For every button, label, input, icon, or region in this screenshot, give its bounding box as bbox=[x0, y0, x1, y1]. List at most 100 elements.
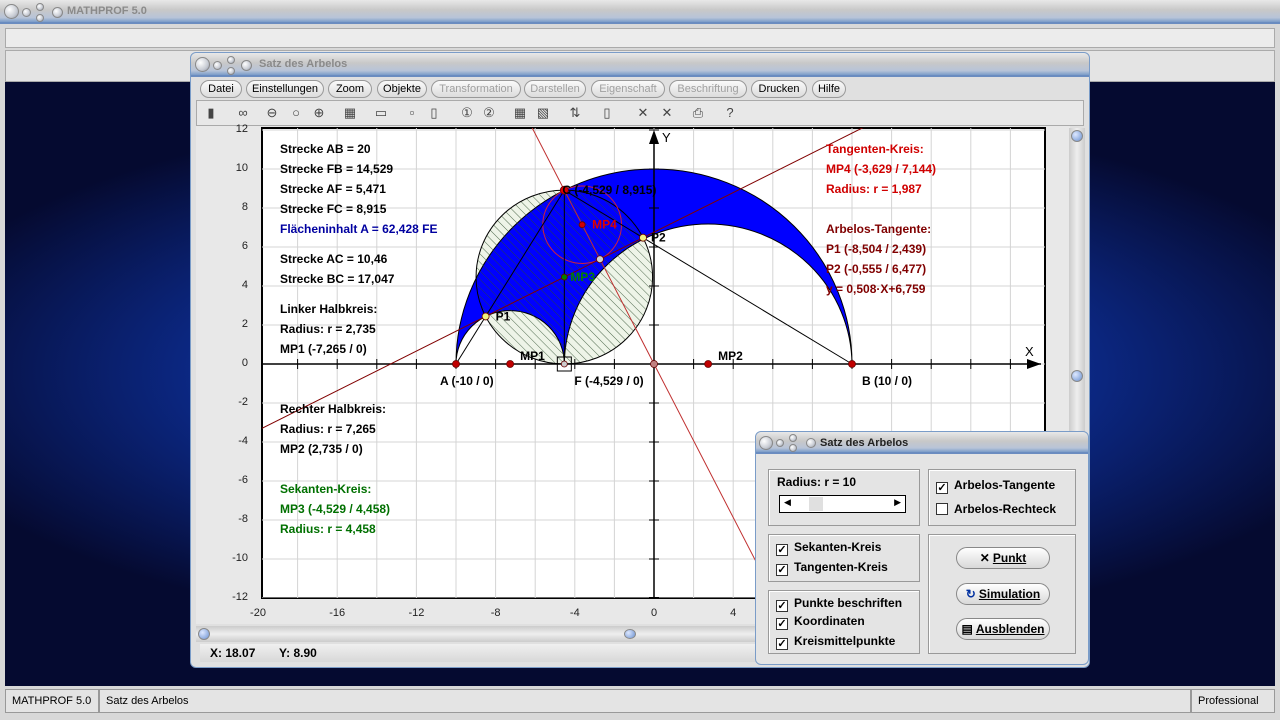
help-icon[interactable]: ? bbox=[720, 103, 740, 123]
point-A bbox=[452, 360, 460, 368]
window-control-icon[interactable] bbox=[36, 3, 44, 11]
y-tick-label: -8 bbox=[238, 513, 248, 525]
menu-darstellen[interactable]: Darstellen bbox=[524, 80, 586, 98]
menu-zoom[interactable]: Zoom bbox=[328, 80, 372, 98]
point-MP4 bbox=[578, 221, 586, 229]
window-control-icon[interactable] bbox=[22, 8, 31, 17]
copy-icon[interactable]: ▯ bbox=[597, 103, 617, 123]
window-control-icon[interactable] bbox=[789, 444, 797, 452]
window-control-icon[interactable] bbox=[759, 436, 773, 450]
checkbox-kreismittelpunkte[interactable]: ✓ Kreismittelpunkte bbox=[776, 634, 895, 650]
slider-thumb[interactable] bbox=[809, 497, 823, 511]
hide-icon: ▤ bbox=[961, 622, 973, 636]
x-axis-label: X bbox=[1025, 344, 1034, 359]
window-icon bbox=[241, 60, 252, 71]
y-tick-label: -2 bbox=[238, 396, 248, 408]
menu-hilfe[interactable]: Hilfe bbox=[812, 80, 846, 98]
glasses-icon[interactable]: ∞ bbox=[233, 103, 253, 123]
menu-objekte[interactable]: Objekte bbox=[377, 80, 427, 98]
menu-datei[interactable]: Datei bbox=[200, 80, 242, 98]
checkbox-box[interactable]: ✓ bbox=[776, 618, 788, 630]
checkbox-arbelos-rechteck[interactable]: Arbelos-Rechteck bbox=[936, 502, 1056, 516]
menu-eigenschaft[interactable]: Eigenschaft bbox=[591, 80, 665, 98]
dialog-title-bar[interactable]: Satz des Arbelos bbox=[756, 432, 1088, 454]
app-title-bar: MATHPROF 5.0 bbox=[0, 0, 1280, 24]
x-tick-label: -16 bbox=[329, 607, 346, 619]
zoom-out-icon[interactable]: ⊖ bbox=[262, 103, 282, 123]
label-A: A (-10 / 0) bbox=[440, 374, 494, 388]
circle-2-icon[interactable]: ② bbox=[479, 103, 499, 123]
checkbox-arbelos-tangente[interactable]: ✓ Arbelos-Tangente bbox=[936, 478, 1055, 494]
export-icon[interactable]: ⇅ bbox=[565, 103, 585, 123]
window-control-icon[interactable] bbox=[195, 57, 210, 72]
window-icon[interactable]: ▭ bbox=[371, 103, 391, 123]
dual-view-icon[interactable]: ▯ bbox=[424, 103, 444, 123]
checkbox-box[interactable]: ✓ bbox=[776, 564, 788, 576]
print-icon[interactable]: ⎙ bbox=[688, 103, 708, 123]
info-left: Strecke BC = 17,047 bbox=[280, 272, 395, 286]
checkbox-punkte-beschriften[interactable]: ✓ Punkte beschriften bbox=[776, 596, 902, 612]
table-icon[interactable]: ▦ bbox=[510, 103, 530, 123]
checkbox-box[interactable]: ✓ bbox=[936, 482, 948, 494]
coord-x: X: 18.07 bbox=[210, 646, 256, 660]
slider-left-arrow-icon[interactable]: ◀ bbox=[784, 497, 791, 508]
y-tick-label: -4 bbox=[238, 435, 248, 447]
x-tick-label: -4 bbox=[569, 607, 580, 619]
y-tick-label: 6 bbox=[241, 240, 248, 252]
label-B: B (10 / 0) bbox=[862, 374, 912, 388]
chart-icon[interactable]: ▧ bbox=[533, 103, 553, 123]
info-left: MP3 (-4,529 / 4,458) bbox=[280, 502, 391, 516]
panel-icon[interactable]: ▮ bbox=[201, 103, 221, 123]
checkbox-tangenten-kreis[interactable]: ✓ Tangenten-Kreis bbox=[776, 560, 888, 576]
window-control-icon[interactable] bbox=[789, 434, 797, 442]
slider-right-arrow-icon[interactable]: ▶ bbox=[894, 497, 901, 508]
info-right: Arbelos-Tangente: bbox=[826, 222, 932, 236]
checkbox-box[interactable]: ✓ bbox=[776, 600, 788, 612]
label-MP3: MP3 bbox=[570, 270, 595, 284]
info-left: Strecke FB = 14,529 bbox=[280, 162, 394, 176]
menu-beschriftung[interactable]: Beschriftung bbox=[669, 80, 747, 98]
cross-icon[interactable]: ✕ bbox=[633, 103, 653, 123]
info-right: Radius: r = 1,987 bbox=[826, 182, 922, 196]
label-MP1: MP1 bbox=[520, 349, 545, 363]
radius-label: Radius: r = 10 bbox=[777, 475, 857, 489]
window-control-icon[interactable] bbox=[36, 14, 44, 22]
info-left: Strecke AF = 5,471 bbox=[280, 182, 386, 196]
checkbox-koordinaten[interactable]: ✓ Koordinaten bbox=[776, 614, 865, 630]
menu-einstellungen[interactable]: Einstellungen bbox=[246, 80, 324, 98]
menu-transformation[interactable]: Transformation bbox=[431, 80, 521, 98]
checkbox-box[interactable] bbox=[936, 503, 948, 515]
window-control-icon[interactable] bbox=[213, 61, 222, 70]
label-P1: P1 bbox=[496, 309, 511, 323]
cross-double-icon[interactable]: ✕ bbox=[657, 103, 677, 123]
single-view-icon[interactable]: ▫ bbox=[402, 103, 422, 123]
window-control-icon[interactable] bbox=[227, 56, 235, 64]
circle-1-icon[interactable]: ① bbox=[457, 103, 477, 123]
checkbox-box[interactable]: ✓ bbox=[776, 638, 788, 650]
scroll-thumb[interactable] bbox=[1071, 130, 1083, 142]
window-control-icon[interactable] bbox=[227, 67, 235, 75]
x-tick-label: 0 bbox=[650, 607, 658, 619]
scroll-thumb[interactable] bbox=[198, 628, 210, 640]
info-left: MP2 (2,735 / 0) bbox=[280, 442, 363, 456]
checkbox-sekanten-kreis[interactable]: ✓ Sekanten-Kreis bbox=[776, 540, 881, 556]
radius-slider[interactable]: ◀ ▶ bbox=[779, 495, 906, 513]
window-control-icon[interactable] bbox=[776, 439, 784, 447]
window-control-icon[interactable] bbox=[4, 4, 19, 19]
zoom-in-icon[interactable]: ⊕ bbox=[309, 103, 329, 123]
label-C: C (-4,529 / 8,915) bbox=[562, 183, 656, 197]
properties-icon[interactable]: ▦ bbox=[340, 103, 360, 123]
zoom-reset-icon[interactable]: ○ bbox=[286, 103, 306, 123]
simulation-button[interactable]: ↻ Simulation bbox=[956, 583, 1050, 605]
status-edition: Professional bbox=[1191, 689, 1275, 713]
info-left: Sekanten-Kreis: bbox=[280, 482, 372, 496]
checkbox-box[interactable]: ✓ bbox=[776, 544, 788, 556]
scroll-thumb[interactable] bbox=[1071, 370, 1083, 382]
scroll-thumb[interactable] bbox=[624, 629, 636, 639]
y-tick-label: 2 bbox=[241, 318, 248, 330]
punkt-button[interactable]: ✕ Punkt bbox=[956, 547, 1050, 569]
coord-y: Y: 8.90 bbox=[279, 646, 317, 660]
menu-drucken[interactable]: Drucken bbox=[751, 80, 807, 98]
info-left: MP1 (-7,265 / 0) bbox=[280, 342, 367, 356]
ausblenden-button[interactable]: ▤ Ausblenden bbox=[956, 618, 1050, 640]
